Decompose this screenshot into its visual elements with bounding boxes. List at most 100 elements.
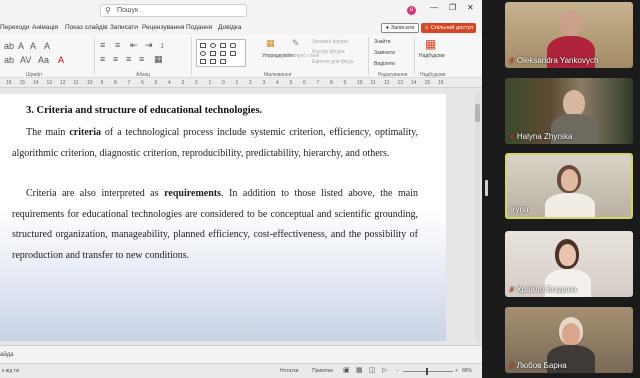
panel-splitter-handle[interactable] (485, 180, 488, 196)
align-center-icon[interactable]: ≡ (113, 54, 118, 64)
participant-tile-active-speaker[interactable]: iryna (505, 153, 633, 219)
zoom-out-icon[interactable]: − (396, 368, 399, 374)
tab-record[interactable]: Записати (110, 24, 138, 31)
quick-styles-icon[interactable]: ✎ (292, 38, 300, 49)
tab-transitions[interactable]: Переходи (0, 24, 29, 31)
change-case-icon[interactable]: Aa (38, 55, 49, 65)
search-input[interactable]: Пошук (117, 7, 138, 14)
ruler-tick-label: 2 (249, 80, 252, 86)
paragraph-text: The main (26, 127, 70, 138)
bullets-icon[interactable]: ≡ (100, 40, 105, 50)
reading-view-icon[interactable]: ◫ (369, 366, 376, 374)
status-bar: к від ткі Нотатки Примітки ▣ ▦ ◫ ▷ − + 8… (0, 363, 482, 378)
align-right-icon[interactable]: ≡ (126, 54, 131, 64)
ruler-tick-label: 4 (168, 80, 171, 86)
ruler-tick-label: 1 (235, 80, 239, 86)
shadow-icon[interactable]: ab (4, 55, 14, 65)
font-size-shrink-icon[interactable]: A (30, 41, 36, 51)
tab-view[interactable]: Подання (186, 24, 212, 31)
clear-formatting-icon[interactable]: A (44, 41, 50, 51)
participant-tile[interactable]: ✗ Halyna Zhyrska (505, 78, 633, 144)
close-button[interactable]: ✕ (467, 3, 474, 12)
addins-icon[interactable]: ▦ (425, 37, 436, 51)
rectangle-shape-icon[interactable] (200, 43, 206, 48)
line-spacing-icon[interactable]: ↕ (160, 40, 165, 50)
slide-canvas: 3. Criteria and structure of educational… (0, 88, 482, 345)
ruler-tick-label: 5 (289, 80, 293, 86)
notes-pane[interactable]: айда (0, 345, 482, 363)
share-button[interactable]: ☺ Спільний доступ (421, 23, 476, 33)
slide[interactable]: 3. Criteria and structure of educational… (0, 94, 446, 341)
zoom-in-icon[interactable]: + (455, 368, 458, 374)
arrange-icon[interactable]: ▦ (266, 38, 275, 49)
participant-tile[interactable]: ✗ Любов Барна (505, 307, 633, 373)
font-size-grow-icon[interactable]: A (18, 41, 24, 51)
vertical-scrollbar[interactable] (475, 92, 480, 342)
shapes-gallery[interactable] (196, 39, 246, 67)
justify-icon[interactable]: ≡ (139, 54, 144, 64)
triangle-shape-icon[interactable] (210, 51, 216, 56)
notes-toggle-button[interactable]: Нотатки (280, 368, 298, 374)
brace-shape-icon[interactable] (200, 59, 206, 64)
tab-animations[interactable]: Анімація (32, 24, 58, 31)
minimize-button[interactable]: — (430, 3, 438, 12)
circle-shape-icon[interactable] (200, 51, 206, 56)
participant-face (562, 323, 580, 345)
ruler-tick-label: 7 (316, 80, 320, 86)
scrollbar-thumb[interactable] (475, 104, 480, 122)
increase-indent-icon[interactable]: ⇥ (145, 40, 153, 51)
restore-button[interactable]: ❐ (449, 3, 456, 12)
zoom-slider[interactable] (403, 371, 453, 372)
ruler-tick-label: 8 (114, 80, 117, 86)
character-spacing-icon[interactable]: AV (20, 55, 31, 65)
decrease-indent-icon[interactable]: ⇤ (130, 40, 138, 51)
participant-name: ✗ Halyna Zhyrska (509, 132, 572, 141)
search-box[interactable]: ⚲ Пошук (100, 4, 247, 17)
font-color-icon[interactable]: A (58, 55, 64, 65)
normal-view-icon[interactable]: ▣ (343, 366, 350, 374)
tab-help[interactable]: Довідка (218, 24, 241, 31)
tab-review[interactable]: Рецензування (142, 24, 184, 31)
slide-sorter-icon[interactable]: ▦ (356, 366, 363, 374)
slide-paragraph-2[interactable]: Criteria are also interpreted as require… (12, 184, 418, 266)
ruler-tick-label: 6 (141, 80, 144, 86)
comments-toggle-button[interactable]: Примітки (312, 368, 333, 374)
record-button[interactable]: ● Записати (381, 23, 419, 33)
ruler-tick-label: 11 (370, 80, 376, 86)
shape-effects-button[interactable]: Ефекти для фігур (312, 59, 353, 65)
ruler-tick-label: 8 (330, 80, 333, 86)
star-shape-icon[interactable] (210, 59, 216, 64)
find-button[interactable]: Знайти (374, 39, 390, 45)
slide-paragraph-1[interactable]: The main criteria of a technological pro… (12, 123, 418, 164)
ruler-tick-label: 16 (438, 80, 444, 86)
shape-fill-button[interactable]: Заливка фігури (312, 39, 348, 45)
textbox-shape-icon[interactable] (220, 43, 226, 48)
rounded-rect-shape-icon[interactable] (230, 43, 236, 48)
tab-slideshow[interactable]: Показ слайдів (65, 24, 108, 31)
addins-button[interactable]: Надбудови (419, 53, 445, 59)
title-bar: ⚲ Пошук o — ❐ ✕ (0, 0, 482, 20)
ruler-tick-label: 9 (100, 80, 104, 86)
select-button[interactable]: Виділити (374, 61, 395, 67)
participant-body (545, 193, 595, 217)
bold-icon[interactable]: ab (4, 41, 14, 51)
arrow-shape-icon[interactable] (220, 51, 226, 56)
participant-name-text: Halyna Zhyrska (516, 132, 573, 141)
participant-tile[interactable]: ✗ Oleksandra Yankovych (505, 2, 633, 68)
numbering-icon[interactable]: ≡ (115, 40, 120, 50)
participant-tile[interactable]: ✗ Крайло Богдана (505, 231, 633, 297)
slide-heading[interactable]: 3. Criteria and structure of educational… (26, 105, 262, 116)
zoom-slider-knob[interactable] (426, 368, 428, 375)
line-shape-icon[interactable] (230, 51, 236, 56)
columns-icon[interactable]: ▦ (154, 54, 163, 65)
bracket-shape-icon[interactable] (220, 59, 226, 64)
align-left-icon[interactable]: ≡ (100, 54, 105, 64)
ruler-tick-label: 5 (154, 80, 158, 86)
shape-outline-button[interactable]: Контур фігури (312, 49, 344, 55)
account-avatar[interactable]: o (407, 6, 416, 15)
oval-shape-icon[interactable] (210, 43, 216, 48)
slideshow-icon[interactable]: ▷ (382, 366, 387, 374)
participant-face (561, 169, 578, 191)
replace-button[interactable]: Замінити (374, 50, 395, 56)
zoom-level[interactable]: 88% (462, 368, 472, 374)
